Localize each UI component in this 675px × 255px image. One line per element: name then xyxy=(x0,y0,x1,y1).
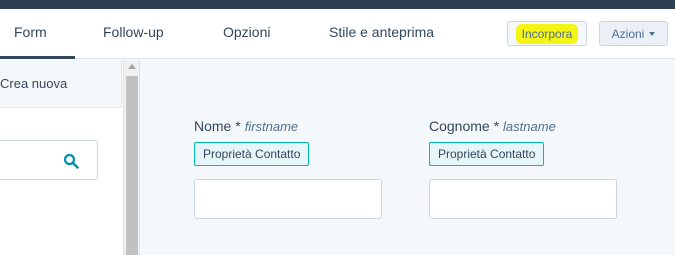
field-internal-name: lastname xyxy=(503,119,556,134)
field-internal-name: firstname xyxy=(244,119,299,134)
create-new-button[interactable]: Crea nuova xyxy=(0,60,122,108)
sidebar-scrollbar[interactable] xyxy=(123,60,140,255)
caret-down-icon xyxy=(649,31,656,36)
actions-button-label: Azioni xyxy=(611,26,645,41)
active-tab-indicator xyxy=(0,56,75,59)
field-label-text: Nome * xyxy=(194,118,241,134)
firstname-input[interactable] xyxy=(194,179,382,219)
form-field-firstname[interactable]: Nome * firstname Proprietà Contatto xyxy=(194,118,382,219)
contact-property-badge: Proprietà Contatto xyxy=(194,142,310,166)
actions-dropdown-button[interactable]: Azioni xyxy=(599,21,668,46)
embed-button[interactable]: Incorpora xyxy=(507,21,587,46)
field-label-text: Cognome * xyxy=(429,118,500,134)
field-label: Cognome * lastname xyxy=(429,118,617,134)
sidebar-panel: Crea nuova xyxy=(0,60,123,255)
tab-form[interactable]: Form xyxy=(14,24,47,40)
field-label: Nome * firstname xyxy=(194,118,382,134)
tab-follow-up[interactable]: Follow-up xyxy=(103,24,164,40)
search-icon[interactable] xyxy=(63,153,79,169)
scroll-up-arrow-icon[interactable] xyxy=(128,64,136,69)
form-field-lastname[interactable]: Cognome * lastname Proprietà Contatto xyxy=(429,118,617,219)
embed-button-label: Incorpora xyxy=(515,23,579,44)
lastname-input[interactable] xyxy=(429,179,617,219)
scrollbar-thumb[interactable] xyxy=(126,76,138,255)
top-navigation-bar xyxy=(0,0,675,9)
form-editor-canvas: Nome * firstname Proprietà Contatto Cogno… xyxy=(141,60,675,255)
tab-bar: Form Follow-up Opzioni Stile e anteprima… xyxy=(0,9,675,59)
contact-property-badge: Proprietà Contatto xyxy=(429,142,545,166)
tab-style-preview[interactable]: Stile e anteprima xyxy=(329,24,434,40)
search-input[interactable] xyxy=(0,140,98,180)
tab-options[interactable]: Opzioni xyxy=(223,24,270,40)
create-new-label: Crea nuova xyxy=(0,76,68,91)
